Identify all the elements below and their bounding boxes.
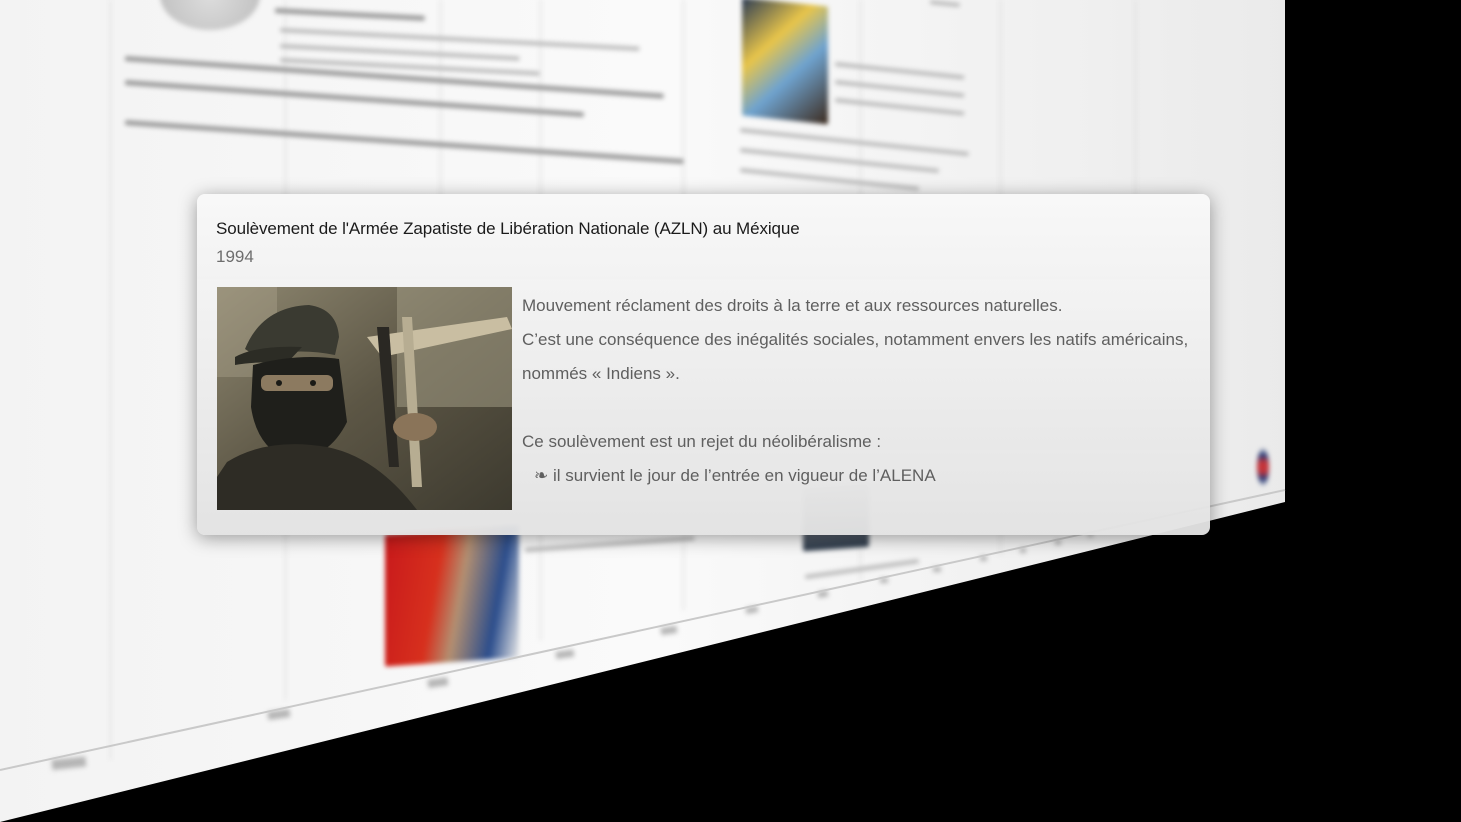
background-text [524, 536, 695, 552]
axis-tick [933, 567, 941, 572]
zapatista-photo [217, 287, 512, 510]
background-text [834, 80, 965, 98]
description-line: Ce soulèvement est un rejet du néolibéra… [522, 432, 882, 451]
background-logo [1257, 448, 1269, 486]
axis-tick [660, 625, 678, 635]
axis-tick [980, 556, 987, 561]
axis-tick [427, 677, 449, 688]
background-text [804, 559, 920, 579]
axis-tick [267, 708, 291, 720]
background-avatar [160, 0, 260, 30]
zapatista-photo-icon [217, 287, 512, 510]
background-text [274, 8, 425, 21]
description-line: nommés « Indiens ». [522, 364, 680, 383]
background-text [834, 62, 965, 80]
background-thumbnail [385, 525, 519, 667]
background-text [279, 44, 520, 61]
description-line: C’est une conséquence des inégalités soc… [522, 330, 1189, 349]
description-line: Mouvement réclament des droits à la terr… [522, 296, 1063, 315]
background-thumbnail [742, 0, 828, 125]
axis-tick [555, 649, 575, 659]
event-title: Soulèvement de l'Armée Zapatiste de Libé… [216, 219, 800, 238]
description-bullet: ❧ il survient le jour de l’entrée en vig… [534, 466, 936, 485]
axis-tick [1055, 540, 1061, 545]
event-description: Mouvement réclament des droits à la terr… [522, 289, 1197, 493]
background-text [739, 168, 920, 191]
timeline-viewport: Soulèvement de l'Armée Zapatiste de Libé… [0, 0, 1461, 822]
axis-tick [745, 605, 759, 614]
background-text [124, 120, 684, 165]
background-text [929, 0, 961, 8]
axis-tick [880, 578, 888, 583]
axis-tick [1020, 548, 1026, 553]
grid-line [110, 0, 111, 760]
event-popup-card[interactable]: Soulèvement de l'Armée Zapatiste de Libé… [197, 194, 1210, 535]
event-year: 1994 [216, 247, 254, 266]
background-text [739, 148, 940, 173]
background-text [124, 56, 664, 99]
axis-tick [817, 590, 829, 598]
axis-tick [51, 756, 87, 770]
background-text [834, 98, 965, 116]
